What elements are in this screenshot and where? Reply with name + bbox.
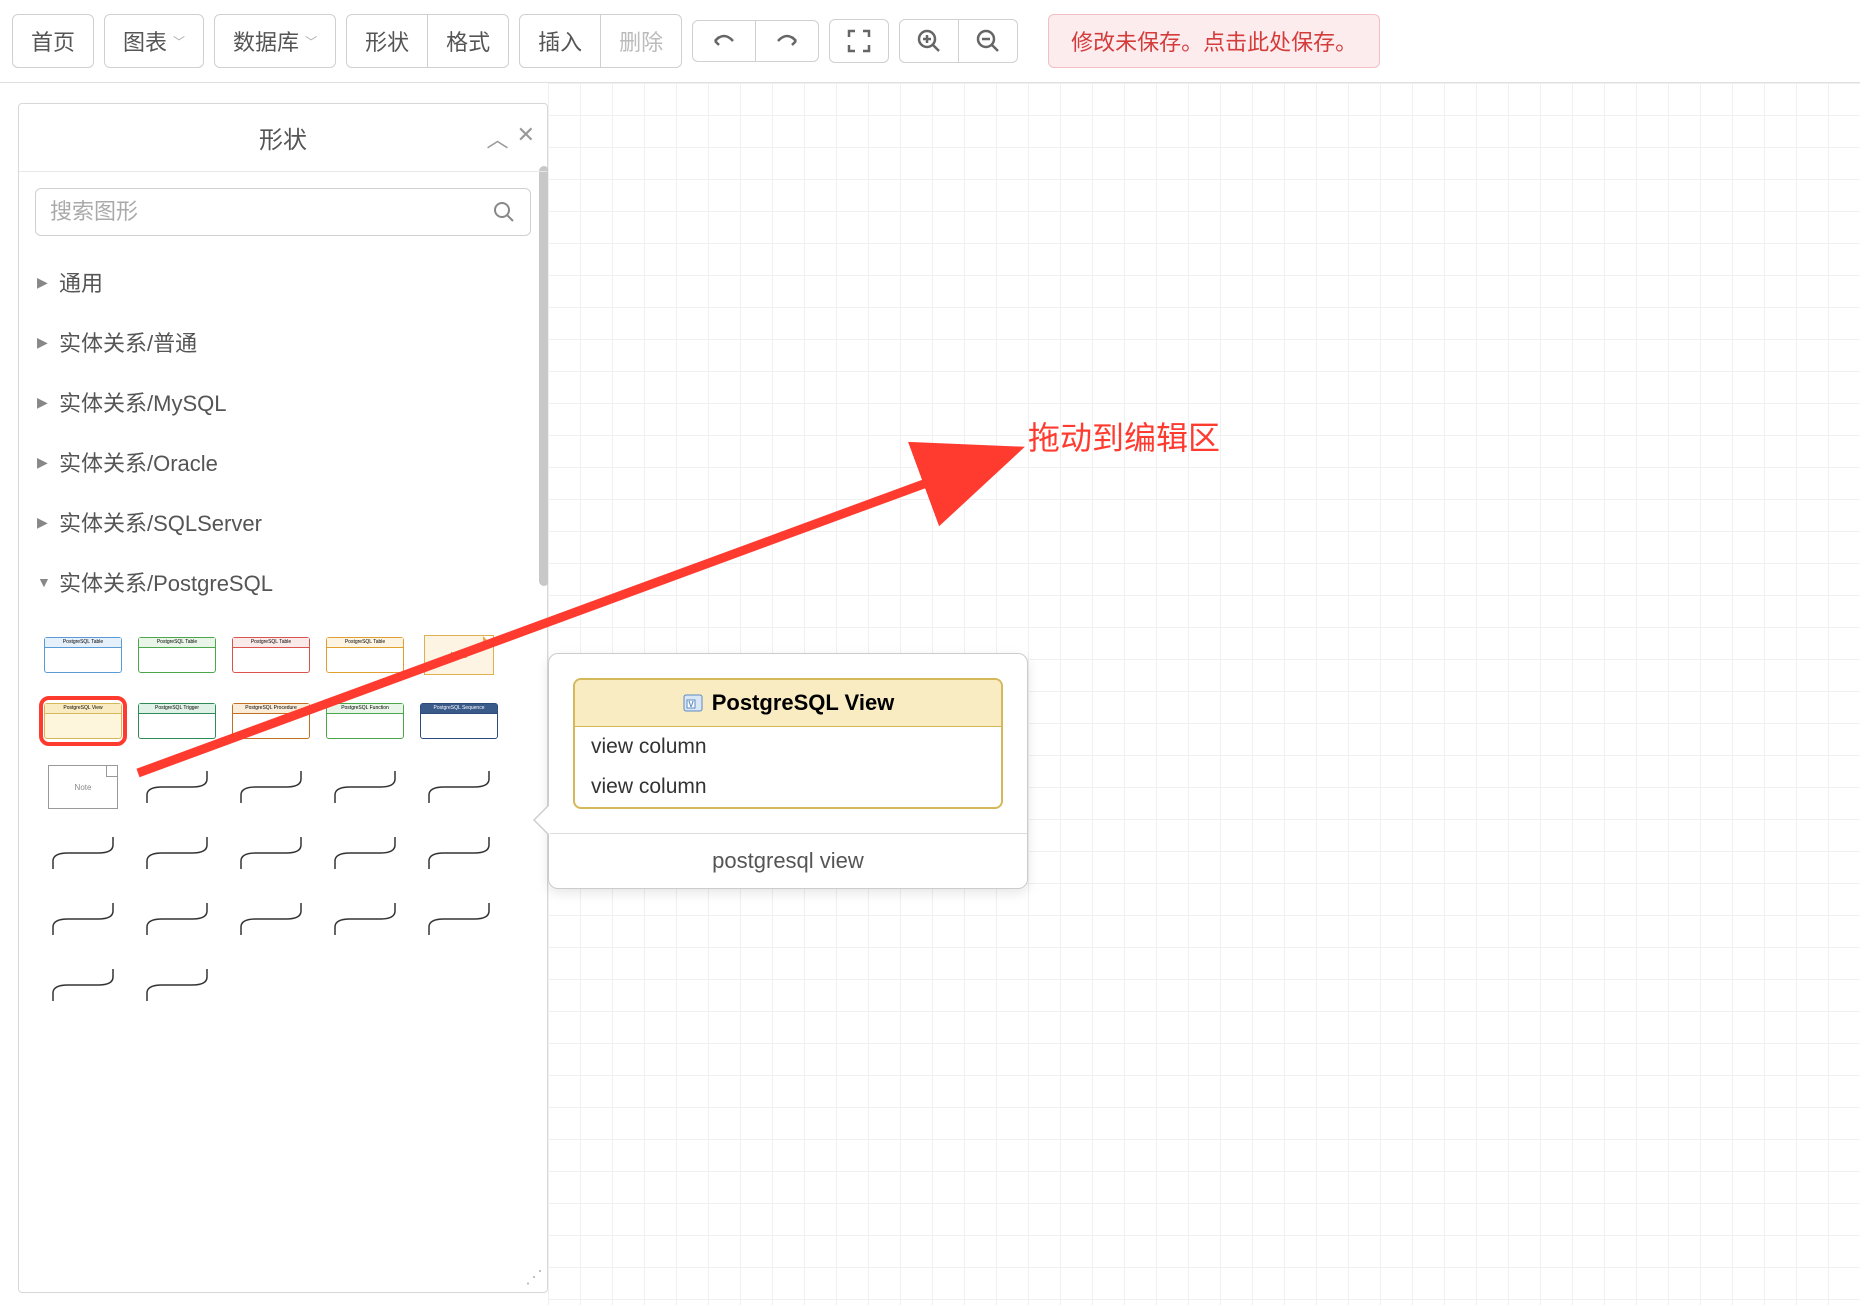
shape-pg-function[interactable]: PostgreSQL Function (321, 696, 409, 746)
fullscreen-icon (846, 28, 872, 54)
shape-relation-8[interactable] (321, 828, 409, 878)
format-button[interactable]: 格式 (428, 14, 509, 68)
pg-view-title: PostgreSQL View (712, 690, 895, 716)
unsaved-changes-banner[interactable]: 修改未保存。点击此处保存。 (1048, 14, 1380, 68)
database-label: 数据库 (233, 25, 299, 57)
zoom-in-button[interactable] (899, 19, 959, 63)
shape-search-input[interactable] (50, 199, 492, 225)
shapes-panel-title: 形状 (29, 120, 537, 155)
shape-button[interactable]: 形状 (346, 14, 428, 68)
undo-redo-group (692, 20, 819, 62)
category-label: 通用 (59, 266, 103, 298)
shape-search-box[interactable] (35, 188, 531, 236)
category-general[interactable]: ▶ 通用 (19, 252, 547, 312)
delete-button[interactable]: 删除 (601, 14, 682, 68)
shapes-sidebar: 形状 ︿ ✕ ▶ 通用 ▶ 实体关系/普通 ▶ 实体关系/MySQL ▶ 实体关系/Or… (18, 103, 548, 1293)
main-toolbar: 首页 图表 ﹀ 数据库 ﹀ 形状 格式 插入 删除 修改未保存。点击此处保存。 (0, 0, 1860, 83)
shape-relation-11[interactable] (133, 894, 221, 944)
caret-right-icon: ▶ (37, 394, 51, 411)
shape-pg-sequence[interactable]: PostgreSQL Sequence (415, 696, 503, 746)
shape-preview-popover: V PostgreSQL View view column view colum… (548, 653, 1028, 889)
collapse-icon[interactable]: ︿ (487, 122, 509, 154)
shape-note-outline[interactable]: Note (39, 762, 127, 812)
shape-pg-view[interactable]: PostgreSQL View (39, 696, 127, 746)
shape-relation-10[interactable] (39, 894, 127, 944)
insert-delete-group: 插入 删除 (519, 14, 682, 68)
shape-pg-table-red[interactable]: PostgreSQL Table (227, 630, 315, 680)
undo-button[interactable] (692, 20, 756, 62)
shape-relation-7[interactable] (227, 828, 315, 878)
fullscreen-button[interactable] (829, 19, 889, 63)
category-label: 实体关系/Oracle (59, 446, 218, 478)
close-icon[interactable]: ✕ (517, 122, 535, 154)
caret-right-icon: ▶ (37, 274, 51, 291)
shape-format-group: 形状 格式 (346, 14, 509, 68)
redo-icon (772, 29, 802, 53)
category-label: 实体关系/SQLServer (59, 506, 262, 538)
svg-text:V: V (688, 700, 694, 709)
shape-relation-13[interactable] (321, 894, 409, 944)
chevron-down-icon: ﹀ (305, 33, 317, 50)
category-er-sqlserver[interactable]: ▶ 实体关系/SQLServer (19, 492, 547, 552)
category-label: 实体关系/普通 (59, 326, 197, 358)
caret-right-icon: ▶ (37, 454, 51, 471)
shape-relation-5[interactable] (39, 828, 127, 878)
shapes-panel-header: 形状 ︿ ✕ (19, 104, 547, 172)
shape-relation-15[interactable] (39, 960, 127, 1010)
shape-relation-3[interactable] (321, 762, 409, 812)
shape-pg-table-orange[interactable]: PostgreSQL Table (321, 630, 409, 680)
redo-button[interactable] (756, 20, 819, 62)
shape-relation-1[interactable] (133, 762, 221, 812)
chart-label: 图表 (123, 25, 167, 57)
category-er-postgresql[interactable]: ▼ 实体关系/PostgreSQL (19, 552, 547, 612)
editor-canvas[interactable]: V PostgreSQL View view column view colum… (548, 83, 1860, 1305)
home-button[interactable]: 首页 (12, 14, 94, 68)
preview-caption: postgresql view (549, 834, 1027, 888)
insert-button[interactable]: 插入 (519, 14, 601, 68)
category-label: 实体关系/PostgreSQL (59, 566, 273, 598)
category-er-oracle[interactable]: ▶ 实体关系/Oracle (19, 432, 547, 492)
main-area: 形状 ︿ ✕ ▶ 通用 ▶ 实体关系/普通 ▶ 实体关系/MySQL ▶ 实体关系/Or… (0, 83, 1860, 1305)
pg-view-header: V PostgreSQL View (575, 680, 1001, 727)
pg-view-column: view column (575, 727, 1001, 767)
database-dropdown[interactable]: 数据库 ﹀ (214, 14, 336, 68)
shape-pg-procedure[interactable]: PostgreSQL Procedure (227, 696, 315, 746)
pg-view-preview: V PostgreSQL View view column view colum… (573, 678, 1003, 809)
view-icon: V (682, 692, 704, 714)
shape-relation-6[interactable] (133, 828, 221, 878)
shape-relation-2[interactable] (227, 762, 315, 812)
shape-pg-table-blue[interactable]: PostgreSQL Table (39, 630, 127, 680)
shape-note[interactable]: Note (415, 630, 503, 680)
pg-view-column: view column (575, 767, 1001, 807)
category-er-mysql[interactable]: ▶ 实体关系/MySQL (19, 372, 547, 432)
undo-icon (709, 29, 739, 53)
chart-dropdown[interactable]: 图表 ﹀ (104, 14, 204, 68)
annotation-label: 拖动到编辑区 (1028, 413, 1220, 459)
shape-relation-4[interactable] (415, 762, 503, 812)
zoom-out-button[interactable] (959, 19, 1018, 63)
category-label: 实体关系/MySQL (59, 386, 226, 418)
search-icon (492, 200, 516, 224)
category-er-normal[interactable]: ▶ 实体关系/普通 (19, 312, 547, 372)
caret-right-icon: ▶ (37, 334, 51, 351)
shape-pg-trigger[interactable]: PostgreSQL Trigger (133, 696, 221, 746)
caret-down-icon: ▼ (37, 574, 51, 590)
shape-relation-16[interactable] (133, 960, 221, 1010)
shape-palette-grid: PostgreSQL Table PostgreSQL Table Postgr… (19, 612, 547, 1028)
chevron-down-icon: ﹀ (173, 33, 185, 50)
shape-relation-14[interactable] (415, 894, 503, 944)
zoom-group (899, 19, 1018, 63)
shape-relation-12[interactable] (227, 894, 315, 944)
caret-right-icon: ▶ (37, 514, 51, 531)
zoom-in-icon (916, 28, 942, 54)
resize-handle-icon[interactable]: ⋰ (525, 1267, 543, 1288)
zoom-out-icon (975, 28, 1001, 54)
shape-relation-9[interactable] (415, 828, 503, 878)
shape-pg-table-green[interactable]: PostgreSQL Table (133, 630, 221, 680)
